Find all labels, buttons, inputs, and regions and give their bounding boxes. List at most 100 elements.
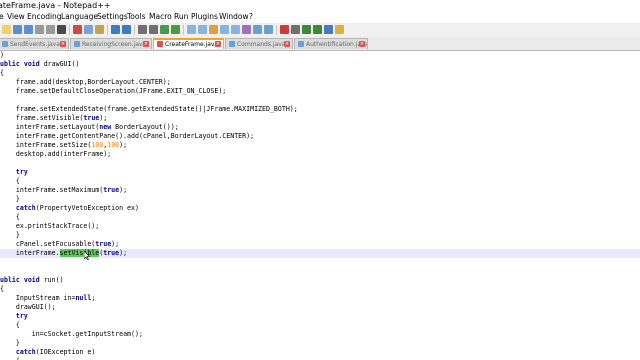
tab-commands[interactable]: Commands.java × [225,38,293,49]
find-icon[interactable] [138,25,147,34]
save-icon[interactable] [13,25,22,34]
cut-icon[interactable] [73,25,82,34]
code-line[interactable]: try [0,168,640,177]
replace-icon[interactable] [149,25,158,34]
tab-authentification[interactable]: Authentification.java × [294,38,368,49]
code-line[interactable]: cPanel.setFocusable(true); [0,240,640,249]
folder-workspace-icon[interactable] [253,25,262,34]
indent-guide-icon[interactable] [220,25,229,34]
code-line[interactable]: frame.setDefaultCloseOperation(JFrame.EX… [0,87,640,96]
close-tab-icon[interactable]: × [215,41,221,47]
close-all-icon[interactable] [46,25,55,34]
monitor-icon[interactable] [264,25,273,34]
toolbar-separator [183,25,184,35]
file-icon [74,41,80,47]
stop-macro-icon[interactable] [291,25,300,34]
code-editor[interactable]: ) ublic void drawGUI(){ frame.add(desktop… [0,51,640,360]
menu-item-window[interactable]: Window [219,11,249,23]
close-icon[interactable] [35,25,44,34]
code-line[interactable] [0,267,640,276]
open-file-icon[interactable] [2,25,11,34]
code-line[interactable]: catch(PropertyVetoException ex) [0,204,640,213]
run-macro-multiple-icon[interactable] [313,25,322,34]
code-line[interactable]: in=cSocket.getInputStream(); [0,330,640,339]
code-line[interactable]: ublic void drawGUI() [0,60,640,69]
tab-receivingscreen[interactable]: ReceivingScreen.java × [70,38,152,49]
code-line[interactable]: { [0,213,640,222]
file-icon [229,41,235,47]
menu-item-plugins[interactable]: Plugins [191,11,218,23]
menu-item-encoding[interactable]: Encoding [27,11,62,23]
paste-icon[interactable] [95,25,104,34]
menu-item-help[interactable]: ? [249,11,253,23]
menu-item-language[interactable]: Language [61,11,98,23]
code-line[interactable]: frame.add(desktop,BorderLayout.CENTER); [0,78,640,87]
zoom-in-icon[interactable] [160,25,169,34]
menu-item-macro[interactable]: Macro [149,11,172,23]
redo-icon[interactable] [122,25,131,34]
menu-item-edit[interactable]: e [0,11,4,23]
code-line[interactable]: } [0,231,640,240]
toolbar [0,23,640,38]
menu-item-settings[interactable]: Settings [97,11,128,23]
zoom-out-icon[interactable] [171,25,180,34]
function-list-icon[interactable] [242,25,251,34]
code-line[interactable]: try [0,312,640,321]
print-icon[interactable] [57,25,66,34]
code-line[interactable] [0,96,640,105]
code-line[interactable]: interFrame.setVisible(true); [0,249,640,258]
menu-item-tools[interactable]: Tools [127,11,145,23]
code-line[interactable]: ex.printStackTrace(); [0,222,640,231]
code-line[interactable] [0,159,640,168]
toolbar-separator [134,25,135,35]
toolbar-separator [107,25,108,35]
code-line[interactable]: { [0,177,640,186]
undo-icon[interactable] [111,25,120,34]
word-wrap-icon[interactable] [198,25,207,34]
close-tab-icon[interactable]: × [359,41,365,47]
menu-item-run[interactable]: Run [174,11,188,23]
file-icon [298,41,304,47]
tab-createframe[interactable]: CreateFrame.java × [153,38,224,49]
code-line[interactable]: { [0,69,640,78]
code-line[interactable]: frame.setExtendedState(frame.getExtended… [0,105,640,114]
window-title: ateFrame.java - Notepad++ [0,1,111,10]
code-line[interactable]: { [0,285,640,294]
code-line[interactable]: interFrame.setMaximum(true); [0,186,640,195]
menu-bar: e View Encoding Language Settings Tools … [0,11,640,23]
code-line[interactable]: interFrame.setSize(100,100); [0,141,640,150]
doc-map-icon[interactable] [231,25,240,34]
code-line[interactable]: { [0,321,640,330]
code-line[interactable]: interFrame.getContentPane().add(cPanel,B… [0,132,640,141]
save-macro-icon[interactable] [324,25,333,34]
code-line[interactable]: InputStream in=null; [0,294,640,303]
code-line[interactable]: } [0,195,640,204]
sync-scroll-icon[interactable] [187,25,196,34]
copy-icon[interactable] [84,25,93,34]
close-tab-icon[interactable]: × [284,41,290,47]
close-tab-icon[interactable]: × [60,41,66,47]
modified-file-icon [157,41,163,47]
code-line[interactable]: drawGUI(); [0,303,640,312]
code-line[interactable]: } [0,339,640,348]
code-line[interactable] [0,258,640,267]
spell-check-icon[interactable] [335,25,344,34]
code-line[interactable]: interFrame.setLayout(new BorderLayout())… [0,123,640,132]
tab-sendevents[interactable]: SendEvents.java × [0,38,69,49]
menu-item-view[interactable]: View [7,11,25,23]
code-line[interactable]: ) [0,51,640,60]
code-line[interactable]: desktop.add(interFrame); [0,150,640,159]
show-symbols-icon[interactable] [209,25,218,34]
code-line[interactable]: frame.setVisible(true); [0,114,640,123]
code-line[interactable]: catch(IOException e) [0,348,640,357]
file-icon [2,41,8,47]
close-tab-icon[interactable]: × [143,41,149,47]
mouse-cursor-icon [84,251,90,260]
search-highlight: setVisible [59,249,100,257]
save-all-icon[interactable] [24,25,33,34]
play-macro-icon[interactable] [302,25,311,34]
toolbar-separator [276,25,277,35]
code-line[interactable]: ublic void run() [0,276,640,285]
record-macro-icon[interactable] [280,25,289,34]
title-bar: ateFrame.java - Notepad++ [0,0,640,11]
